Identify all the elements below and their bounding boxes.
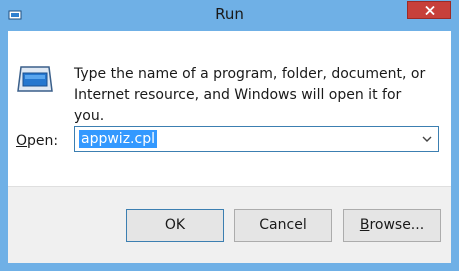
instruction-line-2: Internet resource, and Windows will open… xyxy=(74,87,402,124)
instruction-text: Type the name of a program, folder, docu… xyxy=(74,64,434,127)
open-label: Open: xyxy=(16,133,59,149)
browse-button[interactable]: Browse... xyxy=(343,209,441,242)
cancel-button[interactable]: Cancel xyxy=(234,209,332,242)
run-program-icon xyxy=(15,64,55,94)
open-combobox[interactable]: appwiz.cpl xyxy=(74,126,439,152)
title-bar[interactable]: Run xyxy=(0,0,459,31)
instruction-line-1: Type the name of a program, folder, docu… xyxy=(74,66,426,82)
dropdown-button[interactable] xyxy=(418,128,436,150)
chevron-down-icon xyxy=(422,136,432,142)
dialog-client-area: Type the name of a program, folder, docu… xyxy=(8,31,451,263)
open-input-value[interactable]: appwiz.cpl xyxy=(79,130,157,148)
ok-button[interactable]: OK xyxy=(126,209,224,242)
window-title: Run xyxy=(215,5,244,23)
close-button[interactable] xyxy=(407,1,451,19)
close-icon xyxy=(425,6,435,15)
run-dialog-window: Run Type the name of a program, folder, … xyxy=(0,0,459,271)
